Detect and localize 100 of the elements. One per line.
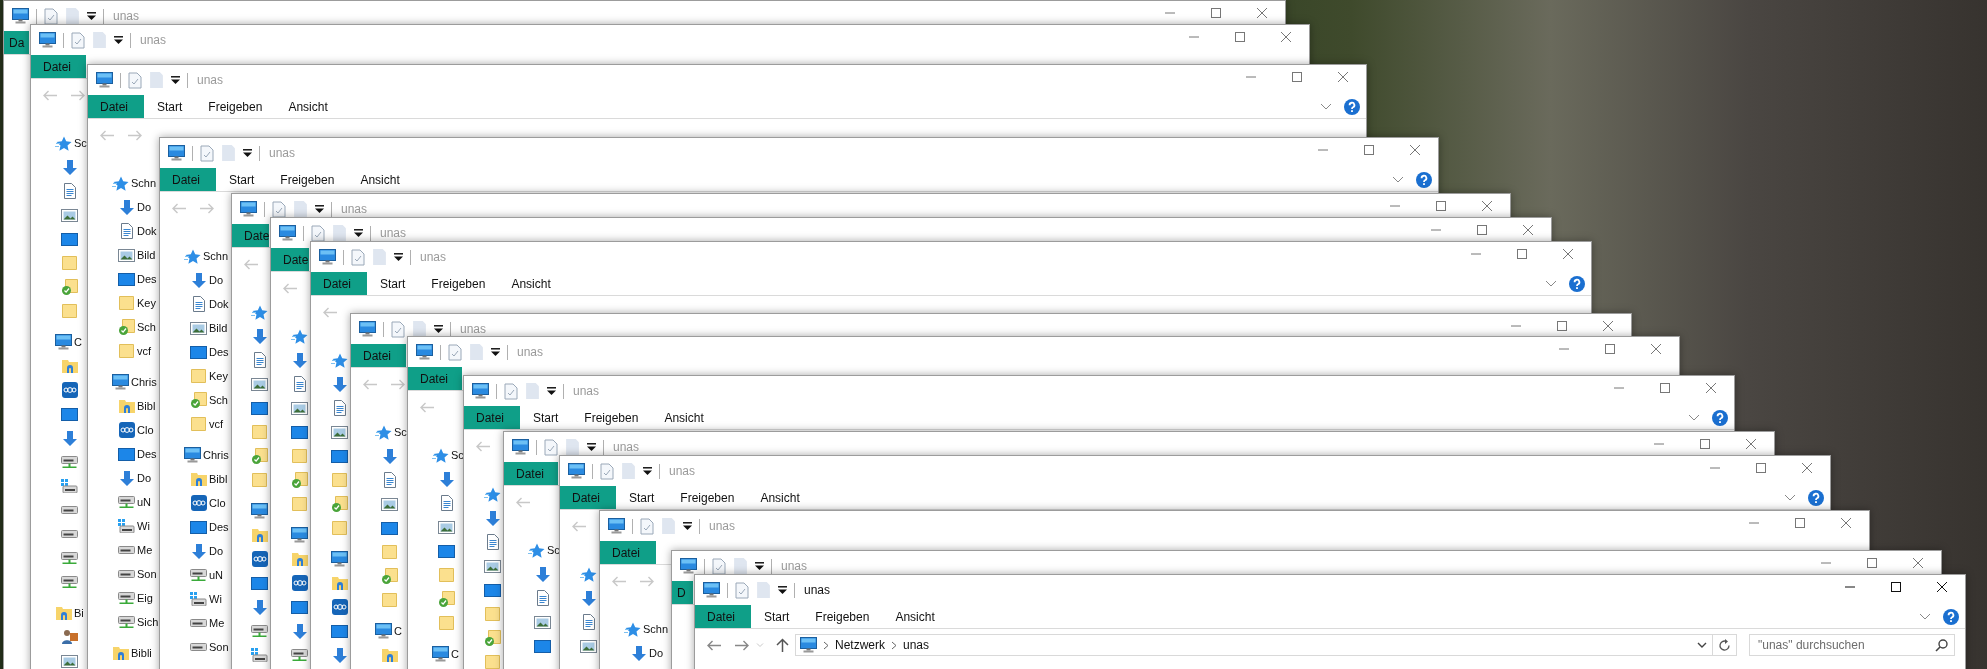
nav-item[interactable]: Son: [118, 565, 157, 583]
nav-item[interactable]: [291, 376, 308, 392]
nav-item[interactable]: [331, 576, 348, 590]
nav-item[interactable]: Bibli: [112, 644, 152, 662]
nav-item[interactable]: Wi: [190, 590, 222, 608]
nav-item[interactable]: uN: [118, 493, 152, 511]
nav-item[interactable]: Schn: [112, 174, 157, 192]
dropdown-icon[interactable]: [755, 562, 764, 570]
nav-item[interactable]: [61, 183, 78, 199]
nav-item[interactable]: [61, 506, 78, 514]
nav-item[interactable]: Chris: [184, 446, 229, 464]
nav-item[interactable]: [484, 510, 501, 526]
nav-item[interactable]: Do: [190, 542, 224, 560]
file-tab[interactable]: Datei: [351, 344, 406, 367]
dropdown-icon[interactable]: [354, 229, 363, 237]
nav-item[interactable]: [61, 575, 78, 589]
up-arrow-icon[interactable]: [776, 638, 789, 652]
nav-item[interactable]: [61, 551, 78, 565]
forward-arrow-icon[interactable]: [735, 639, 750, 651]
file-tab[interactable]: Datei: [160, 168, 216, 191]
nav-item[interactable]: [331, 551, 348, 567]
file-tab[interactable]: Datei: [695, 605, 751, 628]
nav-item[interactable]: [61, 654, 78, 668]
nav-item[interactable]: Bibl: [118, 397, 156, 415]
ribbon-tab[interactable]: Freigeben: [667, 486, 748, 509]
nav-item[interactable]: Me: [118, 541, 153, 559]
nav-item[interactable]: [251, 328, 268, 344]
dropdown-icon[interactable]: [243, 149, 252, 157]
file-tab[interactable]: Datei: [408, 367, 462, 390]
nav-item[interactable]: C: [432, 645, 459, 663]
back-arrow-icon[interactable]: [706, 639, 721, 651]
file-tab[interactable]: Datei: [88, 95, 144, 118]
checked-document-icon[interactable]: [448, 343, 462, 361]
file-tab[interactable]: Datei: [311, 272, 367, 295]
nav-item[interactable]: [61, 232, 78, 246]
nav-item[interactable]: [251, 624, 268, 638]
nav-item[interactable]: [381, 497, 398, 511]
nav-item[interactable]: Do: [190, 271, 224, 289]
nav-item[interactable]: [580, 639, 597, 653]
nav-item[interactable]: Des: [190, 518, 229, 536]
nav-item[interactable]: [331, 400, 348, 416]
breadcrumb[interactable]: unas: [903, 636, 930, 654]
ribbon-tab[interactable]: Freigeben: [195, 95, 276, 118]
checked-document-icon[interactable]: [311, 224, 325, 242]
nav-item[interactable]: [534, 590, 551, 606]
ribbon-tab[interactable]: Ansicht: [882, 605, 948, 628]
nav-item[interactable]: [438, 495, 455, 511]
ribbon-tab[interactable]: Ansicht: [275, 95, 341, 118]
help-icon[interactable]: [1943, 608, 1959, 625]
ribbon-tab[interactable]: Ansicht: [498, 272, 564, 295]
nav-item[interactable]: Schn: [184, 247, 229, 265]
chevron-down-icon[interactable]: [1697, 642, 1707, 648]
help-icon[interactable]: [1416, 171, 1432, 188]
help-icon[interactable]: [1712, 409, 1728, 426]
nav-item[interactable]: Key: [118, 294, 156, 312]
dropdown-icon[interactable]: [87, 12, 96, 20]
nav-item[interactable]: Clo: [190, 494, 226, 512]
nav-item[interactable]: [381, 521, 398, 535]
nav-item[interactable]: [251, 551, 268, 567]
ribbon-tab[interactable]: Freigeben: [571, 406, 652, 429]
checked-document-icon[interactable]: [391, 320, 405, 338]
file-tab[interactable]: Da: [4, 31, 29, 54]
nav-item[interactable]: Bild: [118, 246, 156, 264]
dropdown-icon[interactable]: [491, 348, 500, 356]
nav-item[interactable]: [331, 449, 348, 463]
checked-document-icon[interactable]: [351, 248, 365, 266]
ribbon-tab[interactable]: Freigeben: [418, 272, 499, 295]
nav-item[interactable]: [331, 647, 348, 663]
nav-item[interactable]: [291, 352, 308, 368]
dropdown-icon[interactable]: [114, 36, 123, 44]
forward-arrow-icon[interactable]: [71, 89, 86, 101]
nav-item[interactable]: Sc: [528, 541, 560, 559]
nav-item[interactable]: [61, 407, 78, 421]
nav-item[interactable]: [331, 376, 348, 392]
nav-item[interactable]: Des: [118, 270, 157, 288]
refresh-button[interactable]: [1713, 634, 1737, 656]
checked-document-icon[interactable]: [71, 31, 85, 49]
nav-item[interactable]: [251, 647, 268, 663]
file-tab[interactable]: Datei: [560, 486, 616, 509]
nav-item[interactable]: Sch: [118, 318, 156, 336]
dropdown-icon[interactable]: [171, 76, 180, 84]
dropdown-icon[interactable]: [683, 522, 692, 530]
checked-document-icon[interactable]: [544, 438, 558, 456]
nav-item[interactable]: [61, 630, 78, 644]
nav-item[interactable]: Eig: [118, 589, 153, 607]
nav-item[interactable]: [251, 576, 268, 590]
nav-item[interactable]: Son: [190, 638, 229, 656]
file-tab[interactable]: Date: [271, 248, 309, 271]
nav-item[interactable]: [291, 401, 308, 415]
dropdown-icon[interactable]: [547, 387, 556, 395]
nav-item[interactable]: [61, 455, 78, 469]
nav-item[interactable]: [484, 559, 501, 573]
ribbon-tab[interactable]: Freigeben: [267, 168, 348, 191]
forward-arrow-icon[interactable]: [391, 378, 406, 390]
nav-item[interactable]: Do: [630, 644, 664, 662]
nav-item[interactable]: Do: [118, 198, 152, 216]
nav-item[interactable]: [484, 534, 501, 550]
ribbon-tab[interactable]: Start: [751, 605, 803, 628]
nav-item[interactable]: [251, 352, 268, 368]
nav-item[interactable]: [61, 478, 78, 494]
